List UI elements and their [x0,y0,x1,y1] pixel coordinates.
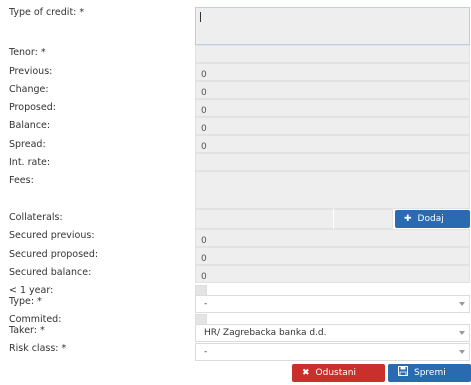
int-rate-label: Int. rate: [9,157,51,168]
secured-proposed-label: Secured proposed: [9,249,99,260]
dodaj-label: Dodaj [417,214,444,224]
save-label: Spremi [414,368,446,378]
spread-field[interactable]: 0 [195,135,470,153]
risk-class-select-value: - [204,347,208,357]
risk-class-label: Risk class: * [9,343,67,354]
type-of-credit-field[interactable] [195,7,470,45]
previous-label: Previous: [9,66,53,77]
type-select[interactable]: - [195,295,470,313]
chevron-down-icon [459,302,465,306]
floppy-disk-icon [398,364,408,382]
secured-previous-label: Secured previous: [9,230,95,241]
proposed-field[interactable]: 0 [195,99,470,117]
taker-label: Taker: * [9,325,45,336]
change-field[interactable]: 0 [195,81,470,99]
balance-field[interactable]: 0 [195,117,470,135]
secured-balance-field[interactable]: 0 [195,265,470,283]
save-button[interactable]: Spremi [388,364,471,382]
collaterals-field[interactable] [195,209,393,229]
taker-select[interactable]: HR/ Zagrebacka banka d.d. [195,324,470,342]
int-rate-field[interactable] [195,153,470,171]
chevron-down-icon [459,350,465,354]
spread-label: Spread: [9,139,46,150]
secured-proposed-field[interactable]: 0 [195,247,470,265]
cancel-button[interactable]: ✖ Odustani [292,364,385,382]
x-icon: ✖ [302,368,310,378]
tenor-field[interactable] [195,45,470,63]
fees-field[interactable] [195,171,470,209]
change-label: Change: [9,84,49,95]
secured-balance-label: Secured balance: [9,267,92,278]
fees-label: Fees: [9,175,34,186]
previous-field[interactable]: 0 [195,63,470,81]
text-cursor [200,12,201,22]
risk-class-select[interactable]: - [195,343,470,361]
plus-icon: ✚ [404,214,412,224]
type-of-credit-label: Type of credit: * [9,7,85,18]
type-select-value: - [204,299,208,309]
secured-previous-field[interactable]: 0 [195,229,470,247]
taker-select-value: HR/ Zagrebacka banka d.d. [204,328,327,338]
chevron-down-icon [459,331,465,335]
collaterals-label: Collaterals: [9,212,63,223]
collaterals-divider [333,209,334,229]
secured-balance-value: 0 [201,272,207,282]
tenor-label: Tenor: * [9,47,46,58]
proposed-label: Proposed: [9,102,56,113]
dodaj-button[interactable]: ✚ Dodaj [395,210,470,228]
balance-label: Balance: [9,120,51,131]
type-label: Type: * [9,296,42,307]
cancel-label: Odustani [315,368,356,378]
